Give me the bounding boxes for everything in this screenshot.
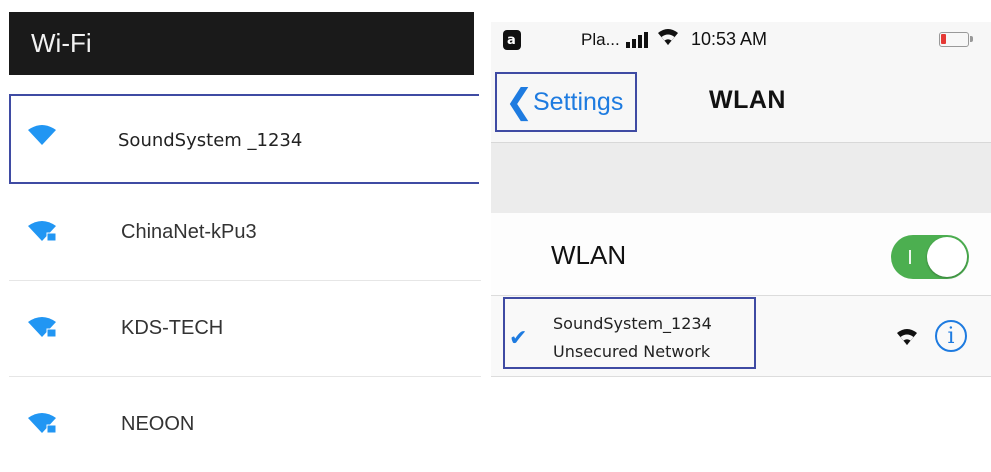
wifi-network-item[interactable]: NEOON bbox=[9, 382, 481, 472]
wlan-label: WLAN bbox=[551, 240, 627, 270]
page-title: WLAN bbox=[709, 86, 786, 114]
navigation-bar: ❮ Settings WLAN bbox=[491, 62, 991, 143]
network-name: SoundSystem_1234 bbox=[553, 314, 712, 333]
info-icon[interactable]: i bbox=[935, 320, 967, 352]
back-button[interactable]: ❮ Settings bbox=[495, 72, 637, 132]
cell-signal-icon bbox=[626, 32, 648, 48]
wifi-network-item-selected[interactable]: SoundSystem _1234 bbox=[9, 94, 479, 184]
back-label: Settings bbox=[533, 88, 624, 116]
wifi-header: Wi-Fi bbox=[9, 12, 474, 75]
wifi-lock-signal-icon bbox=[28, 317, 57, 338]
carrier-name: Pla... bbox=[581, 30, 620, 49]
wifi-lock-signal-icon bbox=[28, 221, 57, 242]
status-wifi-icon bbox=[658, 29, 678, 45]
wifi-signal-icon bbox=[28, 125, 56, 145]
connected-network-row[interactable]: ✔ SoundSystem_1234 Unsecured Network i bbox=[491, 296, 991, 377]
network-name: KDS-TECH bbox=[121, 317, 224, 339]
chevron-left-icon: ❮ bbox=[505, 82, 534, 122]
status-time: 10:53 AM bbox=[691, 29, 768, 49]
network-name: NEOON bbox=[121, 413, 195, 435]
ios-wlan-panel: a Pla... 10:53 AM ❮ Settings WLAN WLAN ✔… bbox=[491, 0, 991, 442]
notification-icon: a bbox=[503, 30, 521, 50]
blank-area bbox=[491, 377, 991, 442]
network-security-status: Unsecured Network bbox=[553, 342, 711, 361]
wifi-network-item[interactable]: ChinaNet-kPu3 bbox=[9, 190, 481, 281]
network-name: SoundSystem _1234 bbox=[118, 130, 303, 151]
section-separator bbox=[491, 143, 991, 213]
wifi-signal-icon bbox=[897, 329, 917, 345]
wifi-lock-signal-icon bbox=[28, 413, 57, 434]
page-title: Wi-Fi bbox=[31, 28, 92, 58]
status-bar: a Pla... 10:53 AM bbox=[491, 22, 991, 62]
network-name: ChinaNet-kPu3 bbox=[121, 221, 257, 243]
wifi-network-item[interactable]: KDS-TECH bbox=[9, 286, 481, 377]
wlan-toggle-row: WLAN bbox=[491, 213, 991, 296]
android-wifi-panel: Wi-Fi SoundSystem _1234 ChinaNet-kPu3 KD… bbox=[0, 0, 481, 442]
battery-icon bbox=[939, 32, 973, 47]
wlan-toggle-switch[interactable] bbox=[891, 235, 969, 279]
checkmark-icon: ✔ bbox=[509, 326, 528, 351]
